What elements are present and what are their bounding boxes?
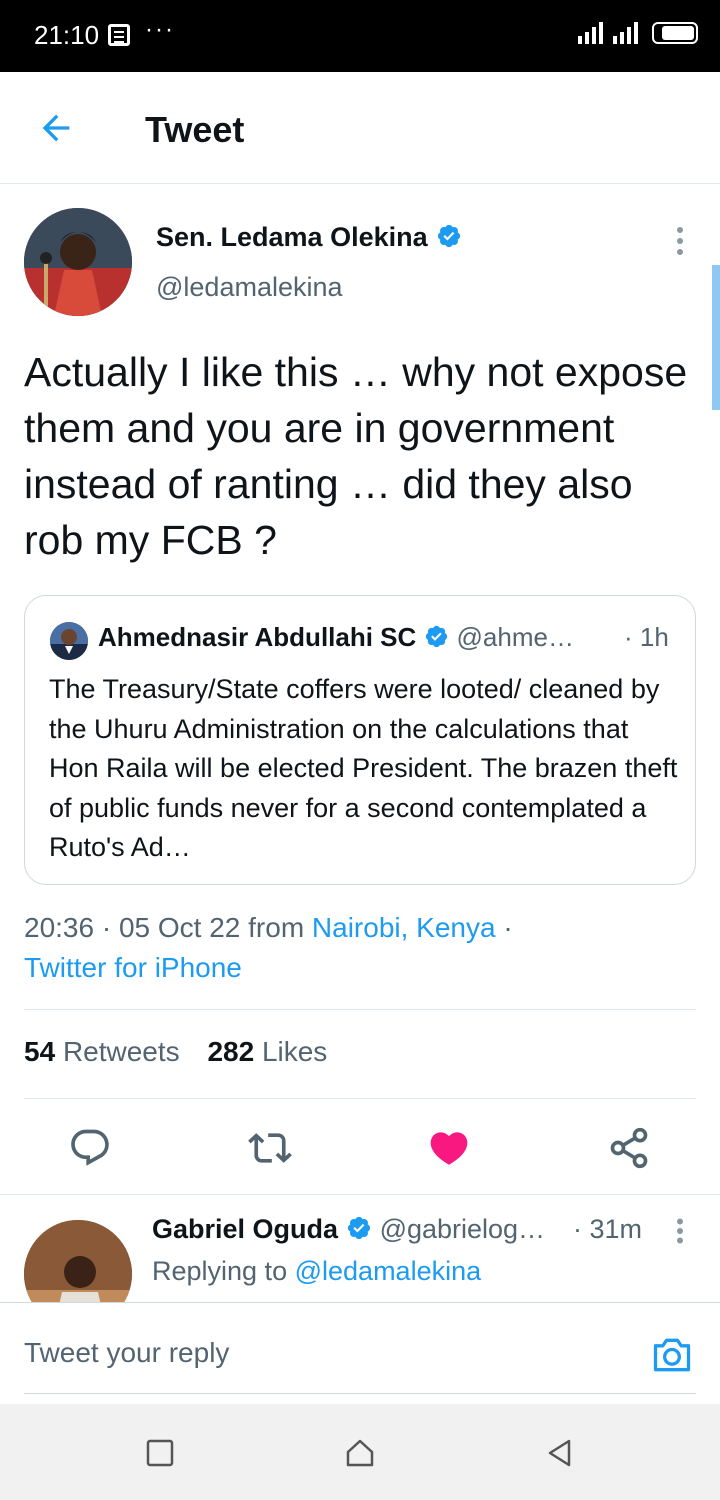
- quote-author-handle: @ahme…: [456, 622, 574, 652]
- quoted-tweet[interactable]: Ahmednasir Abdullahi SC @ahme… · 1h The …: [24, 595, 696, 885]
- quote-author-avatar: [50, 622, 88, 660]
- top-bar: Tweet: [0, 72, 720, 184]
- verified-icon: [426, 625, 448, 648]
- divider: [0, 1194, 720, 1195]
- share-icon[interactable]: [607, 1126, 651, 1170]
- battery-icon: [652, 22, 698, 44]
- retweet-icon[interactable]: [248, 1126, 292, 1170]
- retweets-label: Retweets: [62, 1036, 180, 1067]
- tweet-timestamp: 20:36 · 05 Oct 22 from: [24, 912, 305, 943]
- tweet-text: Actually I like this … why not expose th…: [24, 349, 688, 563]
- tweet-location[interactable]: Nairobi, Kenya: [312, 912, 496, 943]
- reply-author-handle[interactable]: @gabrielog…: [380, 1214, 546, 1244]
- meta-separator: ·: [503, 912, 513, 943]
- tweet-source[interactable]: Twitter for iPhone: [24, 952, 242, 983]
- author-avatar[interactable]: [24, 208, 132, 316]
- scrollbar[interactable]: [712, 265, 720, 410]
- likes-label: Likes: [261, 1036, 328, 1067]
- divider: [24, 1009, 696, 1010]
- reply-author-name[interactable]: Gabriel Oguda: [152, 1214, 338, 1244]
- nav-home-icon[interactable]: [345, 1438, 375, 1468]
- more-icon[interactable]: [676, 1218, 684, 1244]
- replying-to: Replying to @ledamalekina: [152, 1256, 481, 1287]
- camera-icon[interactable]: [650, 1333, 694, 1377]
- status-overflow: ···: [145, 16, 175, 43]
- verified-icon: [437, 224, 460, 248]
- tweet-stats: 54 Retweets 282 Likes: [24, 1036, 327, 1068]
- quote-author-name: Ahmednasir Abdullahi SC: [98, 622, 417, 652]
- status-time: 21:10: [34, 20, 100, 50]
- more-icon[interactable]: [676, 226, 684, 256]
- replying-prefix: Replying to: [152, 1256, 288, 1286]
- replying-handle[interactable]: @ledamalekina: [295, 1256, 482, 1286]
- quote-header: Ahmednasir Abdullahi SC @ahme…: [98, 622, 574, 653]
- nav-back-icon[interactable]: [545, 1438, 575, 1468]
- retweets-count: 54: [24, 1036, 56, 1067]
- system-nav-bar: [0, 1404, 720, 1500]
- composer-underline: [24, 1393, 696, 1394]
- tweet-meta: 20:36 · 05 Oct 22 from Nairobi, Kenya · …: [24, 908, 704, 988]
- status-indicators: [578, 22, 698, 44]
- reply-composer: Tweet your reply: [0, 1302, 720, 1404]
- reply-header: Gabriel Oguda @gabrielog…: [152, 1214, 545, 1245]
- divider: [24, 1098, 696, 1099]
- author-handle[interactable]: @ledamalekina: [156, 272, 343, 303]
- status-bar: 21:10 ···: [0, 0, 720, 72]
- signal-icon-2: [613, 22, 638, 44]
- reply-input[interactable]: Tweet your reply: [24, 1337, 229, 1369]
- likes-stat[interactable]: 282 Likes: [207, 1036, 327, 1067]
- signal-icon: [578, 22, 603, 44]
- back-arrow-icon[interactable]: [36, 108, 76, 148]
- verified-icon: [347, 1216, 371, 1240]
- news-notification-icon: [108, 24, 130, 46]
- quote-time: · 1h: [624, 622, 669, 652]
- page-title: Tweet: [145, 109, 245, 150]
- retweets-stat[interactable]: 54 Retweets: [24, 1036, 180, 1067]
- nav-square-icon[interactable]: [145, 1438, 175, 1468]
- quote-text: The Treasury/State coffers were looted/ …: [49, 674, 678, 862]
- reply-icon[interactable]: [68, 1126, 112, 1170]
- reply-time: · 31m: [573, 1214, 643, 1244]
- like-icon[interactable]: [427, 1126, 471, 1170]
- author-name[interactable]: Sen. Ledama Olekina: [156, 222, 428, 252]
- likes-count: 282: [207, 1036, 255, 1067]
- author-name-row[interactable]: Sen. Ledama Olekina: [156, 222, 462, 253]
